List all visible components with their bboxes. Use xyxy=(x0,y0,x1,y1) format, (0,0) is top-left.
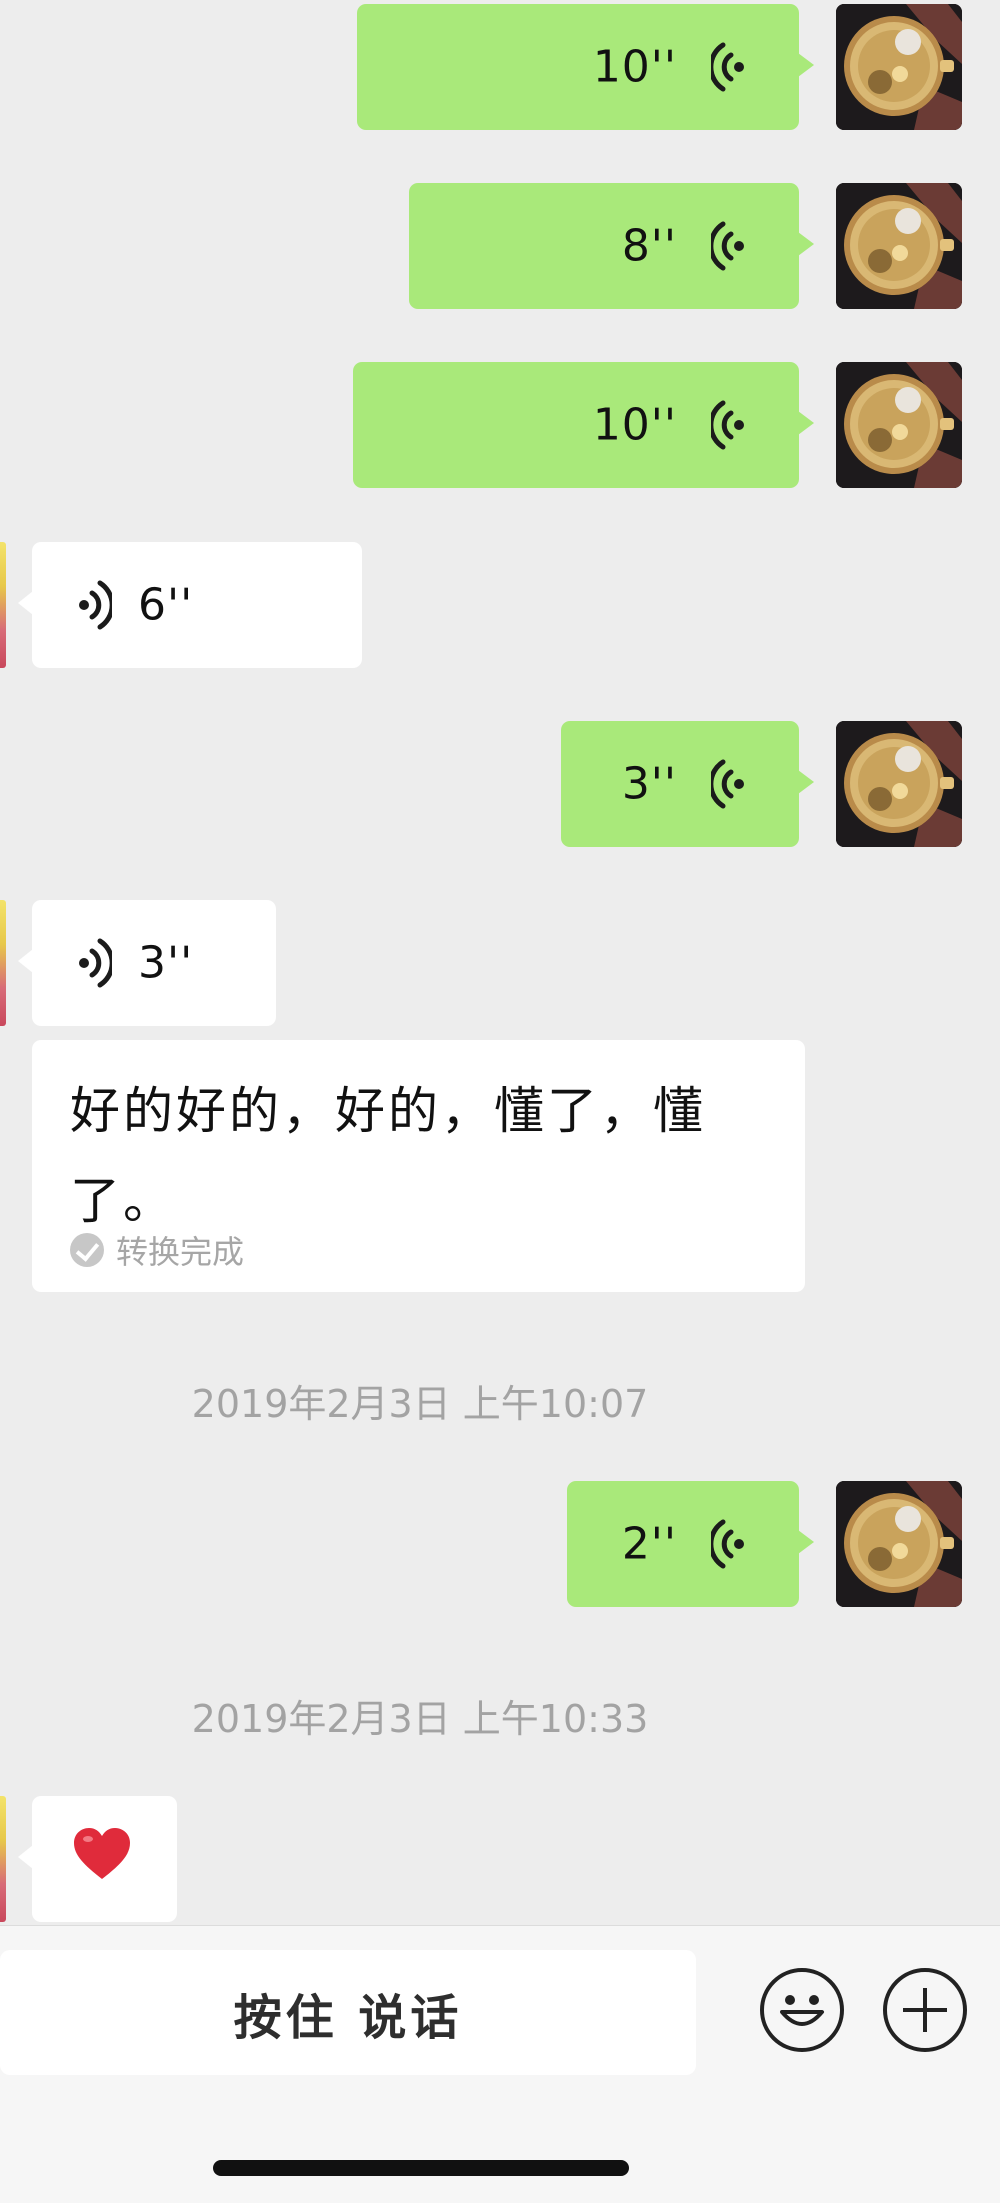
hold-to-talk-button[interactable]: 按住 说话 xyxy=(0,1950,696,2075)
voice-duration: 3'' xyxy=(621,758,677,810)
voice-message-bubble[interactable]: 10'' xyxy=(353,362,814,488)
avatar[interactable] xyxy=(836,183,962,309)
chat-screen: 10'' 8'' 10'' 6'' 3'' 3'' 好的好的，好的，懂了，懂了。 xyxy=(0,0,1000,2203)
voice-wave-icon xyxy=(711,758,747,810)
emoji-icon[interactable] xyxy=(760,1968,844,2052)
voice-message-bubble[interactable]: 6'' xyxy=(18,542,362,668)
voice-duration: 10'' xyxy=(592,41,677,93)
transcription-bubble[interactable]: 好的好的，好的，懂了，懂了。 转换完成 xyxy=(32,1040,805,1292)
avatar[interactable] xyxy=(836,362,962,488)
message-timestamp: 2019年2月3日 上午10:33 xyxy=(191,1697,649,1741)
voice-message-bubble[interactable]: 2'' xyxy=(567,1481,814,1607)
contact-avatar[interactable] xyxy=(0,900,6,1026)
voice-duration: 2'' xyxy=(621,1518,677,1570)
voice-wave-icon xyxy=(711,220,747,272)
voice-duration: 8'' xyxy=(621,220,677,272)
voice-wave-icon xyxy=(711,41,747,93)
heart-icon xyxy=(74,1828,130,1879)
avatar[interactable] xyxy=(836,4,962,130)
transcription-status: 转换完成 xyxy=(70,1230,245,1271)
status-label: 转换完成 xyxy=(116,1233,245,1271)
home-indicator[interactable] xyxy=(213,2160,629,2176)
voice-message-bubble[interactable]: 3'' xyxy=(18,900,276,1026)
voice-duration: 10'' xyxy=(592,399,677,451)
plus-icon[interactable] xyxy=(883,1968,967,2052)
contact-avatar[interactable] xyxy=(0,542,6,668)
avatar[interactable] xyxy=(836,1481,962,1607)
transcription-text: 好的好的，好的，懂了，懂了。 xyxy=(70,1082,706,1230)
contact-avatar[interactable] xyxy=(0,1796,6,1922)
voice-wave-icon xyxy=(711,399,747,451)
voice-wave-icon xyxy=(76,579,112,631)
voice-wave-icon xyxy=(711,1518,747,1570)
voice-duration: 3'' xyxy=(138,937,194,989)
message-timestamp: 2019年2月3日 上午10:07 xyxy=(191,1382,649,1426)
voice-wave-icon xyxy=(76,937,112,989)
voice-message-bubble[interactable]: 3'' xyxy=(561,721,814,847)
avatar[interactable] xyxy=(836,721,962,847)
voice-message-bubble[interactable]: 10'' xyxy=(357,4,814,130)
voice-duration: 6'' xyxy=(138,579,194,631)
voice-message-bubble[interactable]: 8'' xyxy=(409,183,814,309)
check-circle-icon xyxy=(70,1233,104,1267)
